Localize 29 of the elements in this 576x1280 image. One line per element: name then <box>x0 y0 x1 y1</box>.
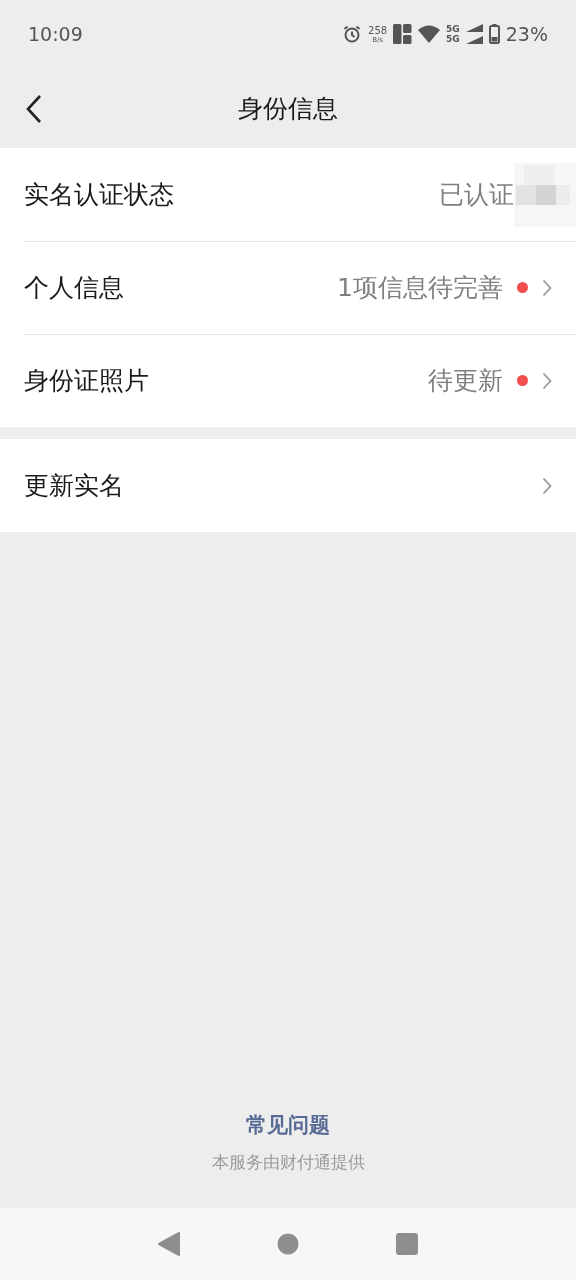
row-value: 1项信息待完善 <box>337 272 503 304</box>
recents-square-icon[interactable] <box>395 1233 418 1255</box>
chevron-right-icon <box>542 476 552 495</box>
menu-item[interactable]: 更新实名 <box>0 439 576 532</box>
chevron-right-icon <box>542 371 552 390</box>
network-type: 5G <box>446 24 460 34</box>
back-icon <box>26 94 42 124</box>
status-time: 10:09 <box>28 23 83 45</box>
home-circle-icon[interactable] <box>277 1233 299 1255</box>
alarm-clock-icon <box>342 24 362 44</box>
battery-percentage: 23% <box>505 23 548 45</box>
provider-note: 本服务由财付通提供 <box>211 1151 365 1174</box>
row-label: 实名认证状态 <box>24 179 174 211</box>
row-value: 待更新 <box>428 365 503 397</box>
menu-item[interactable]: 身份证照片 待更新 <box>0 334 576 427</box>
battery-icon <box>488 24 500 44</box>
row-label: 个人信息 <box>24 272 124 304</box>
menu-item[interactable]: 个人信息 1项信息待完善 <box>0 241 576 334</box>
row-label: 更新实名 <box>24 470 124 502</box>
row-label: 身份证照片 <box>24 365 149 397</box>
faq-link[interactable]: 常见问题 <box>246 1111 330 1139</box>
row-value: 已认证 <box>439 179 514 211</box>
back-triangle-icon[interactable] <box>158 1232 181 1256</box>
page-title: 身份信息 <box>238 92 338 125</box>
signal-icon <box>465 24 483 44</box>
wifi-icon <box>418 25 441 43</box>
network-type: 5G <box>446 34 460 44</box>
network-speed: 258 <box>368 24 388 36</box>
chevron-right-icon <box>542 278 552 297</box>
